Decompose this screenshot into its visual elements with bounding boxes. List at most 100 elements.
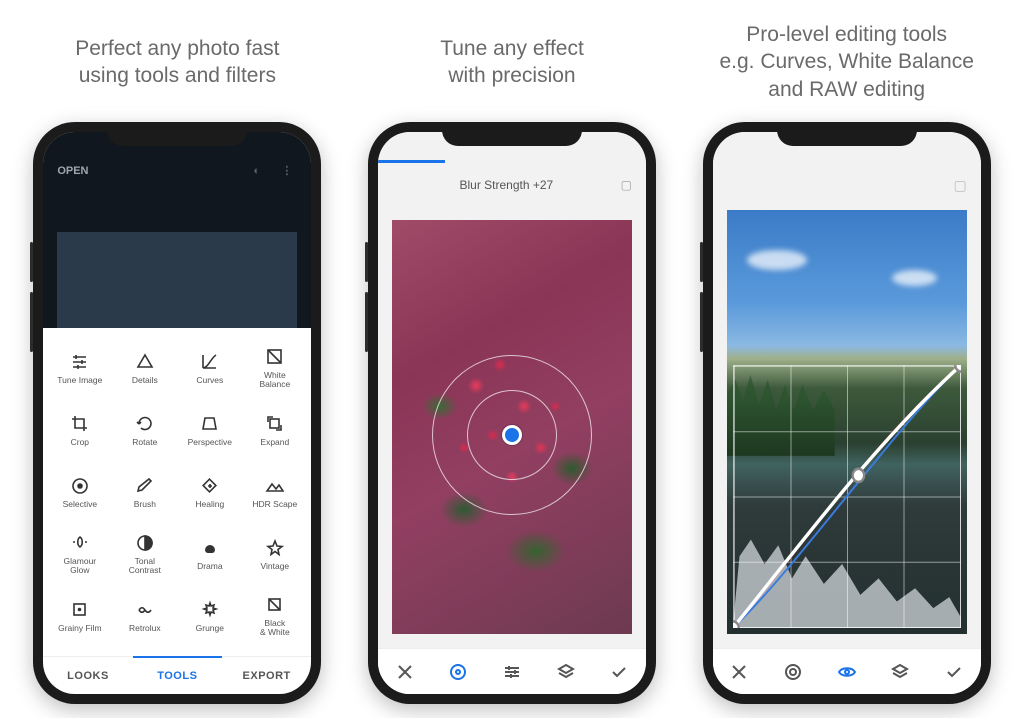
column-1: Perfect any photo fast using tools and f… [10,20,345,704]
circle-target-icon [448,662,468,682]
tool-label: Black & White [260,619,290,637]
tool-label: White Balance [259,371,290,389]
effect-status: Blur Strength +27 [459,178,553,192]
luminance-icon [783,662,803,682]
rotate-icon [135,414,154,433]
tool-drama[interactable]: Drama [177,524,242,584]
effect-header: Blur Strength +27 ▢ [378,172,646,198]
info-icon[interactable]: ◐ [253,165,269,177]
contrast-icon [135,533,154,552]
tool-label: Expand [260,438,289,447]
column-3: Pro-level editing tools e.g. Curves, Whi… [679,20,1014,704]
compare-icon[interactable]: ▢ [953,177,966,194]
tool-label: Retrolux [129,624,161,633]
progress-bar [378,160,445,163]
apply-button[interactable] [940,658,968,686]
tool-glamour-glow[interactable]: Glamour Glow [47,524,112,584]
caption-2: Tune any effect with precision [434,20,590,104]
channel-rgb-button[interactable] [833,658,861,686]
tool-tonal-contrast[interactable]: Tonal Contrast [112,524,177,584]
curves-view: ▢ [713,132,981,694]
tool-label: Glamour Glow [64,557,97,575]
details-icon [135,352,154,371]
tool-label: Selective [63,500,98,509]
blur-shape-button[interactable] [444,658,472,686]
tool-rotate[interactable]: Rotate [112,400,177,460]
app-topbar: OPEN ◐ ⋮ [43,158,311,183]
screen-3: ▢ [713,132,981,694]
styles-button[interactable] [552,658,580,686]
tool-vintage[interactable]: Vintage [242,524,307,584]
close-icon [395,662,415,682]
tool-retrolux[interactable]: Retrolux [112,586,177,646]
curves-lines [733,365,961,628]
tool-healing[interactable]: Healing [177,462,242,522]
bw-icon [265,595,284,614]
retrolux-icon [135,600,154,619]
screen-2: Blur Strength +27 ▢ [378,132,646,694]
check-icon [609,662,629,682]
tool-grunge[interactable]: Grunge [177,586,242,646]
tool-selective[interactable]: Selective [47,462,112,522]
tool-label: Grainy Film [58,624,101,633]
cancel-button[interactable] [391,658,419,686]
stack-icon [556,662,576,682]
tool-grainy-film[interactable]: Grainy Film [47,586,112,646]
tab-tools[interactable]: TOOLS [133,656,222,694]
compare-icon[interactable]: ▢ [621,178,632,192]
tool-label: Drama [197,562,223,571]
screen-1: OPEN ◐ ⋮ Tune Image Details [43,132,311,694]
tool-expand[interactable]: Expand [242,400,307,460]
column-2: Tune any effect with precision Blur Stre… [345,20,680,704]
tool-hdr-scape[interactable]: HDR Scape [242,462,307,522]
screenshot-row: Perfect any photo fast using tools and f… [0,0,1024,718]
tool-curves[interactable]: Curves [177,338,242,398]
tab-looks[interactable]: LOOKS [43,657,132,694]
healing-icon [200,476,219,495]
tool-label: Rotate [132,438,157,447]
tool-details[interactable]: Details [112,338,177,398]
photo-content [747,250,807,270]
tool-brush[interactable]: Brush [112,462,177,522]
tool-black-white[interactable]: Black & White [242,586,307,646]
phone-frame-2: Blur Strength +27 ▢ [368,122,656,704]
curves-overlay[interactable] [733,365,961,628]
tool-label: Crop [71,438,89,447]
styles-button[interactable] [886,658,914,686]
tool-perspective[interactable]: Perspective [177,400,242,460]
phone-frame-1: OPEN ◐ ⋮ Tune Image Details [33,122,321,704]
channel-luminance-button[interactable] [779,658,807,686]
close-icon [729,662,749,682]
tool-label: Details [132,376,158,385]
tool-tune-image[interactable]: Tune Image [47,338,112,398]
photo-canvas[interactable] [392,220,632,634]
expand-icon [265,414,284,433]
cancel-button[interactable] [725,658,753,686]
photo-canvas[interactable] [727,210,967,634]
tool-crop[interactable]: Crop [47,400,112,460]
more-icon[interactable]: ⋮ [281,164,297,177]
white-balance-icon [265,347,284,366]
adjust-button[interactable] [498,658,526,686]
edit-toolbar [378,648,646,694]
tool-label: Curves [196,376,223,385]
caption-1: Perfect any photo fast using tools and f… [69,20,285,104]
film-icon [70,600,89,619]
tool-label: Brush [134,500,156,509]
notch [107,122,247,146]
blur-center-handle[interactable] [502,425,522,445]
tool-label: Grunge [196,624,224,633]
sliders-icon [70,352,89,371]
check-icon [944,662,964,682]
tool-label: Vintage [260,562,289,571]
tool-white-balance[interactable]: White Balance [242,338,307,398]
phone-frame-3: ▢ [703,122,991,704]
perspective-icon [200,414,219,433]
photo-content [892,270,937,286]
open-button[interactable]: OPEN [57,165,88,177]
apply-button[interactable] [605,658,633,686]
tab-export[interactable]: EXPORT [222,657,311,694]
bottom-tabs: LOOKS TOOLS EXPORT [43,656,311,694]
drama-icon [200,538,219,557]
caption-3: Pro-level editing tools e.g. Curves, Whi… [713,20,979,104]
